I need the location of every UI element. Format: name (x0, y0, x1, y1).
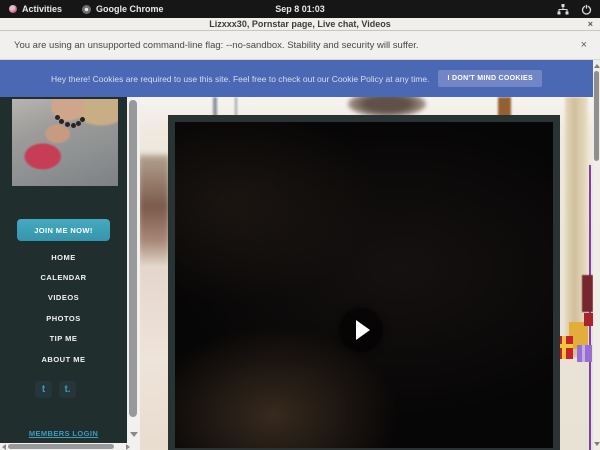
infobar-message: You are using an unsupported command-lin… (14, 40, 419, 51)
background-bedpost (235, 97, 237, 117)
cookie-accept-button[interactable]: I DON'T MIND COOKIES (438, 70, 541, 87)
scroll-left-arrow-icon[interactable] (2, 444, 6, 450)
sidebar-item-about-me[interactable]: ABOUT ME (0, 349, 127, 369)
sidebar-horizontal-scrollbar-thumb[interactable] (8, 444, 114, 449)
play-icon (356, 320, 370, 340)
page-vertical-scrollbar-thumb[interactable] (594, 71, 599, 161)
scroll-down-arrow-icon[interactable] (594, 442, 600, 446)
window-title: Lizxxx30, Pornstar page, Live chat, Vide… (209, 19, 390, 29)
clock-label: Sep 8 01:03 (275, 4, 325, 14)
power-icon[interactable] (581, 4, 592, 15)
sidebar-item-photos[interactable]: PHOTOS (0, 308, 127, 328)
play-button[interactable] (339, 308, 383, 352)
gift-box-red-small (584, 313, 593, 326)
window-titlebar: Lizxxx30, Pornstar page, Live chat, Vide… (0, 18, 600, 31)
video-player[interactable] (168, 115, 560, 450)
cookie-message: Hey there! Cookies are required to use t… (51, 74, 429, 84)
cookie-banner: Hey there! Cookies are required to use t… (0, 60, 593, 97)
background-maroon-strip (582, 275, 593, 312)
background-left-blur (138, 155, 170, 270)
browser-infobar: You are using an unsupported command-lin… (0, 31, 600, 60)
screen: Activities Google Chrome Sep 8 01:03 Liz… (0, 0, 600, 450)
window-close-icon[interactable]: × (588, 18, 593, 30)
twitter-icon[interactable]: t (35, 381, 52, 398)
sidebar: JOIN ME NOW! HOME CALENDAR VIDEOS PHOTOS… (0, 97, 140, 450)
page-vertical-scrollbar[interactable] (593, 60, 600, 450)
sidebar-item-home[interactable]: HOME (0, 247, 127, 267)
scroll-up-arrow-icon[interactable] (594, 64, 600, 68)
background-left-wall (138, 267, 170, 450)
sidebar-content: JOIN ME NOW! HOME CALENDAR VIDEOS PHOTOS… (0, 97, 127, 443)
sidebar-item-calendar[interactable]: CALENDAR (0, 267, 127, 287)
twitter-icon[interactable]: t. (59, 381, 76, 398)
background-headboard (348, 97, 426, 117)
scroll-down-arrow-icon[interactable] (130, 432, 138, 437)
webpage-content: JOIN ME NOW! HOME CALENDAR VIDEOS PHOTOS… (0, 97, 593, 450)
background-wood-post (498, 97, 511, 117)
system-tray (557, 0, 592, 18)
sidebar-horizontal-scrollbar[interactable] (0, 443, 140, 450)
clock-button[interactable]: Sep 8 01:03 (0, 0, 600, 18)
sidebar-item-tip-me[interactable]: TIP ME (0, 329, 127, 349)
members-login-link[interactable]: MEMBERS LOGIN (0, 429, 127, 438)
join-me-now-button[interactable]: JOIN ME NOW! (17, 219, 110, 241)
scroll-right-arrow-icon[interactable] (126, 444, 130, 450)
browser-viewport: Hey there! Cookies are required to use t… (0, 60, 600, 450)
background-bedpost (213, 97, 217, 117)
video-frame (175, 122, 553, 448)
network-icon[interactable] (557, 4, 569, 15)
infobar-close-icon[interactable]: × (581, 39, 587, 51)
social-links: t t. (35, 381, 76, 398)
sidebar-menu: HOME CALENDAR VIDEOS PHOTOS TIP ME ABOUT… (0, 247, 127, 369)
profile-photo[interactable] (12, 99, 118, 186)
gift-box-purple (577, 345, 592, 362)
sidebar-item-videos[interactable]: VIDEOS (0, 288, 127, 308)
desktop-top-bar: Activities Google Chrome Sep 8 01:03 (0, 0, 600, 18)
sidebar-vertical-scrollbar-thumb[interactable] (129, 100, 137, 417)
necklace-detail (59, 119, 64, 124)
sidebar-vertical-scrollbar[interactable] (127, 97, 140, 443)
